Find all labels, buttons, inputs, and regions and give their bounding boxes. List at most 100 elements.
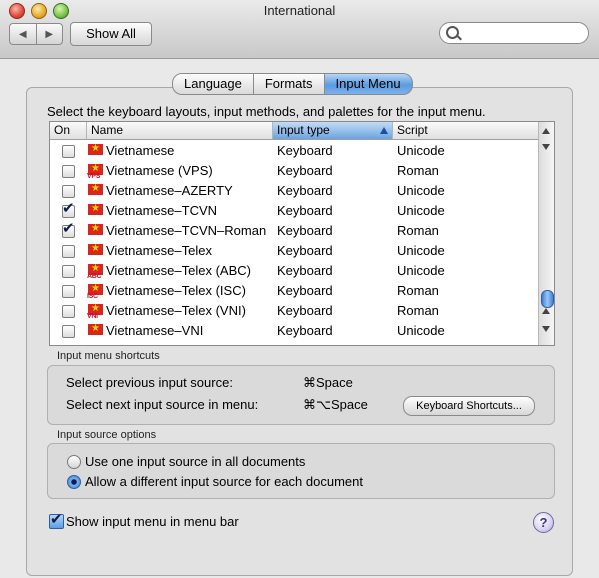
vietnam-flag-icon (88, 179, 103, 199)
row-script: Unicode (397, 183, 445, 198)
keyboard-shortcuts-button[interactable]: Keyboard Shortcuts... (403, 396, 535, 416)
row-script: Roman (397, 283, 439, 298)
tab-input-menu[interactable]: Input Menu (324, 73, 413, 95)
row-name: Vietnamese–AZERTY (106, 183, 233, 198)
enable-checkbox[interactable] (62, 219, 75, 239)
enable-checkbox[interactable] (62, 285, 75, 298)
row-name: Vietnamese–VNI (106, 323, 204, 338)
scroll-down-icon[interactable] (542, 326, 550, 332)
previous-source-shortcut: ⌘Space (303, 375, 353, 390)
row-script: Unicode (397, 263, 445, 278)
row-script: Roman (397, 163, 439, 178)
vietnam-flag-icon (88, 319, 103, 339)
row-name: Vietnamese–TCVN (106, 203, 218, 218)
row-script: Roman (397, 223, 439, 238)
column-header-name[interactable]: Name (87, 122, 273, 139)
row-name: Vietnamese (VPS) (106, 163, 213, 178)
row-script: Unicode (397, 143, 445, 158)
vietnam-flag-icon: ABC (87, 259, 103, 280)
vietnam-flag-icon: ISC (87, 279, 103, 300)
vietnam-flag-icon (88, 199, 103, 219)
enable-checkbox[interactable] (62, 199, 75, 219)
input-sources-table: On Name Input type Script Vietnamese Keyb… (49, 121, 555, 346)
row-input-type: Keyboard (277, 203, 333, 218)
column-header-input-type[interactable]: Input type (273, 122, 393, 139)
column-header-input-type-label: Input type (277, 123, 330, 137)
back-forward-control: ◀ ▶ (9, 23, 63, 45)
shortcuts-group-label: Input menu shortcuts (57, 350, 160, 362)
row-input-type: Keyboard (277, 263, 333, 278)
radio-different-source[interactable] (67, 475, 81, 489)
enable-checkbox[interactable] (62, 185, 75, 198)
table-row[interactable]: Vietnamese–Telex Keyboard Unicode (50, 239, 539, 261)
search-field[interactable] (439, 22, 589, 44)
input-source-group (47, 443, 555, 499)
row-input-type: Keyboard (277, 283, 333, 298)
row-name: Vietnamese–Telex (106, 243, 212, 258)
show-all-button[interactable]: Show All (70, 22, 152, 46)
row-input-type: Keyboard (277, 323, 333, 338)
column-header-script[interactable]: Script (393, 122, 539, 139)
row-input-type: Keyboard (277, 163, 333, 178)
search-icon (446, 26, 459, 39)
tab-language[interactable]: Language (172, 73, 254, 95)
row-script: Unicode (397, 243, 445, 258)
table-row[interactable]: Vietnamese–AZERTY Keyboard Unicode (50, 179, 539, 201)
row-name: Vietnamese–Telex (VNI) (106, 303, 246, 318)
enable-checkbox[interactable] (62, 305, 75, 318)
row-name: Vietnamese (106, 143, 175, 158)
table-row[interactable]: VNIVietnamese–Telex (VNI) Keyboard Roman (50, 299, 539, 321)
enable-checkbox[interactable] (62, 165, 75, 178)
vietnam-flag-icon (88, 239, 103, 259)
scroll-down-icon[interactable] (542, 144, 550, 150)
row-script: Unicode (397, 203, 445, 218)
enable-checkbox[interactable] (62, 245, 75, 258)
row-script: Roman (397, 303, 439, 318)
vietnam-flag-icon: VPS (87, 159, 103, 180)
table-header: On Name Input type Script (50, 122, 539, 140)
help-button[interactable]: ? (533, 512, 554, 533)
column-header-on[interactable]: On (50, 122, 87, 139)
enable-checkbox[interactable] (62, 325, 75, 338)
row-input-type: Keyboard (277, 143, 333, 158)
window-title: International (263, 3, 336, 18)
table-scrollbar[interactable] (538, 122, 554, 345)
table-row[interactable]: Vietnamese–TCVN–Roman Keyboard Roman (50, 219, 539, 241)
window-titlebar: International ◀ ▶ Show All (0, 0, 599, 59)
back-arrow-icon[interactable]: ◀ (10, 24, 37, 44)
one-source-label: Use one input source in all documents (85, 454, 306, 469)
enable-checkbox[interactable] (62, 265, 75, 278)
vietnam-flag-icon: VNI (87, 299, 103, 320)
forward-arrow-icon[interactable]: ▶ (37, 24, 63, 44)
show-menu-label: Show input menu in menu bar (66, 514, 239, 529)
scroll-up-icon[interactable] (542, 128, 550, 134)
table-body: VietnameseKeyboardUnicodeVPSVietnamese (… (50, 139, 539, 341)
table-row[interactable]: ABCVietnamese–Telex (ABC) Keyboard Unicode (50, 259, 539, 281)
scroll-up-icon[interactable] (542, 308, 550, 314)
enable-checkbox[interactable] (62, 145, 75, 158)
table-row[interactable]: Vietnamese Keyboard Unicode (50, 139, 539, 161)
table-row[interactable]: Vietnamese–TCVN Keyboard Unicode (50, 199, 539, 221)
table-row[interactable]: ISCVietnamese–Telex (ISC) Keyboard Roman (50, 279, 539, 301)
tab-bar: Language Formats Input Menu (172, 73, 413, 95)
table-row[interactable]: VPSVietnamese (VPS) Keyboard Roman (50, 159, 539, 181)
different-source-label: Allow a different input source for each … (85, 474, 363, 489)
input-source-group-label: Input source options (57, 429, 157, 441)
row-name: Vietnamese–TCVN–Roman (106, 223, 267, 238)
previous-source-label: Select previous input source: (66, 375, 233, 390)
sort-ascending-icon (380, 127, 388, 134)
radio-one-source[interactable] (67, 455, 81, 469)
row-input-type: Keyboard (277, 183, 333, 198)
row-name: Vietnamese–Telex (ISC) (106, 283, 246, 298)
shortcuts-group (47, 365, 555, 425)
next-source-label: Select next input source in menu: (66, 397, 259, 412)
table-row[interactable]: Vietnamese–VNI Keyboard Unicode (50, 319, 539, 341)
row-input-type: Keyboard (277, 223, 333, 238)
tab-formats[interactable]: Formats (253, 73, 325, 95)
next-source-shortcut: ⌘⌥Space (303, 397, 368, 412)
show-menu-checkbox[interactable] (49, 510, 64, 530)
row-input-type: Keyboard (277, 243, 333, 258)
row-input-type: Keyboard (277, 303, 333, 318)
instructions-text: Select the keyboard layouts, input metho… (47, 104, 486, 119)
scrollbar-thumb[interactable] (541, 290, 554, 308)
